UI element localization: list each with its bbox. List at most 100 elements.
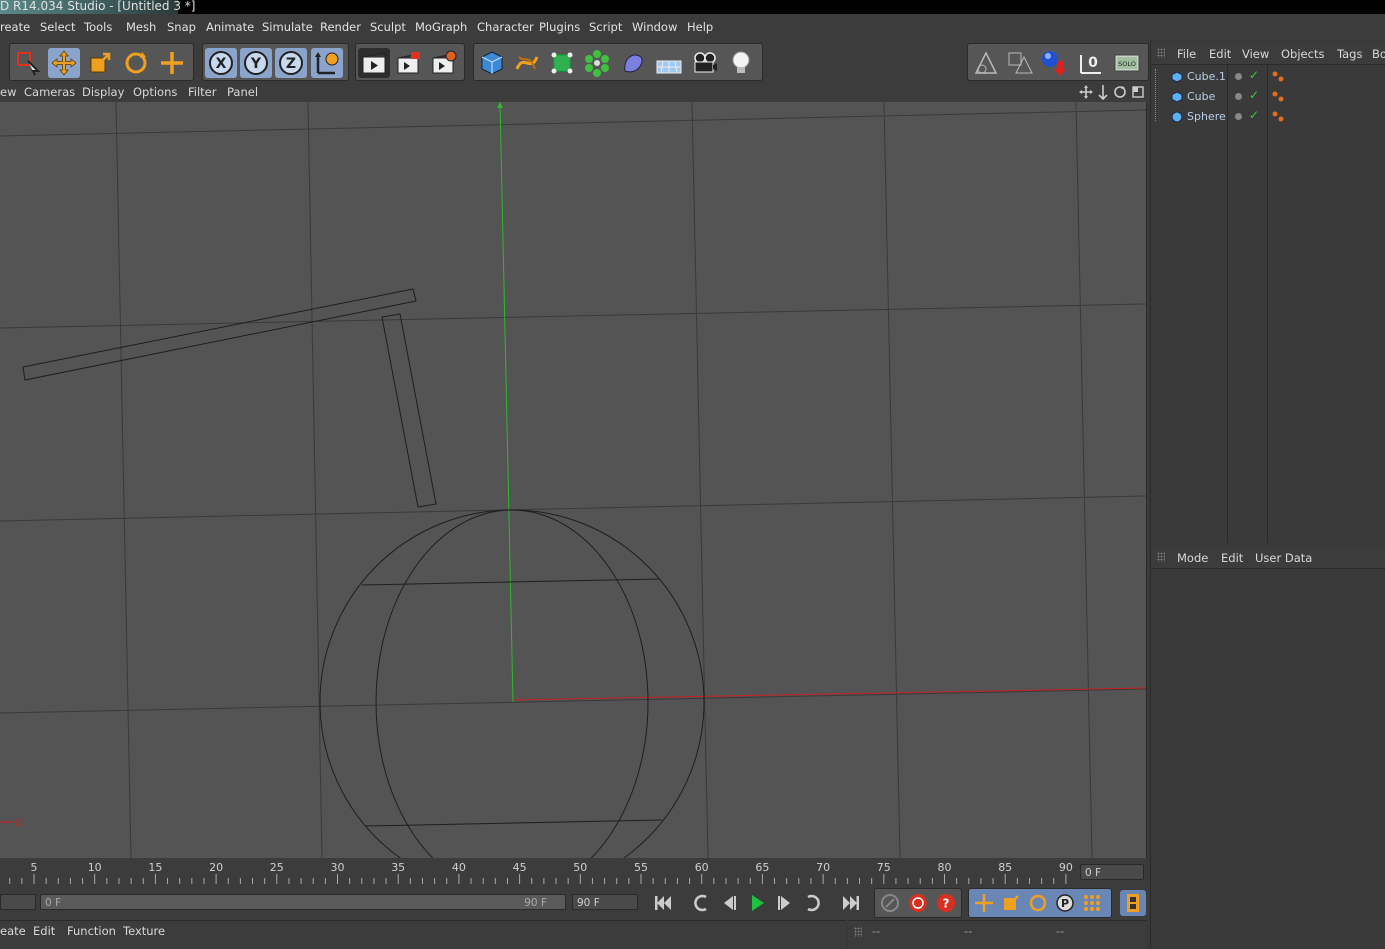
move-tool-button[interactable] — [48, 48, 80, 78]
scale-tool-button[interactable] — [84, 48, 116, 78]
record-active-button[interactable] — [877, 890, 903, 916]
perspective-viewport[interactable]: X — [0, 102, 1147, 858]
previous-key-button[interactable] — [688, 890, 714, 916]
layer-button[interactable]: 0 — [1075, 48, 1107, 78]
recent-tool-button[interactable] — [156, 48, 188, 78]
key-position-button[interactable] — [971, 890, 997, 916]
object-row-cube1[interactable]: Cube.1 ✓ — [1151, 67, 1385, 87]
cube1-object[interactable] — [22, 288, 417, 381]
viewport-menu-display[interactable]: Display — [82, 85, 124, 99]
material-menu-function[interactable]: Function — [67, 924, 116, 938]
add-floor-button[interactable] — [653, 48, 685, 78]
coords-grip[interactable] — [854, 927, 862, 937]
enabled-check-icon[interactable]: ✓ — [1249, 108, 1259, 122]
menu-create[interactable]: reate — [0, 20, 30, 34]
key-pla-button[interactable] — [1079, 890, 1105, 916]
om-menu-edit[interactable]: Edit — [1209, 47, 1231, 61]
sphere-object[interactable] — [319, 509, 705, 858]
add-cube-button[interactable] — [476, 48, 508, 78]
add-camera-button[interactable] — [689, 48, 721, 78]
go-to-end-button[interactable] — [838, 890, 864, 916]
viewport-menu-options[interactable]: Options — [133, 85, 177, 99]
menu-mesh[interactable]: Mesh — [126, 20, 156, 34]
viewport-nav-icons[interactable] — [1078, 84, 1146, 100]
key-scale-button[interactable] — [998, 890, 1024, 916]
key-rotation-button[interactable] — [1025, 890, 1051, 916]
menu-window[interactable]: Window — [632, 20, 677, 34]
am-menu-edit[interactable]: Edit — [1221, 551, 1243, 565]
coordinate-system-button[interactable] — [311, 48, 343, 78]
viewport-menu-filter[interactable]: Filter — [188, 85, 216, 99]
y-axis-lock-button[interactable]: Y — [240, 48, 272, 78]
phong-tag-icon[interactable] — [1271, 90, 1285, 104]
rotate-tool-button[interactable] — [120, 48, 152, 78]
material-menu-create[interactable]: eate — [0, 924, 26, 938]
enabled-check-icon[interactable]: ✓ — [1249, 68, 1259, 82]
add-array-button[interactable] — [581, 48, 613, 78]
add-deformer-button[interactable] — [617, 48, 649, 78]
solo-button[interactable]: SOLO — [1111, 48, 1143, 78]
material-menu-texture[interactable]: Texture — [123, 924, 165, 938]
phong-tag-icon[interactable] — [1271, 70, 1285, 84]
keyframe-selection-button[interactable]: ? — [933, 890, 959, 916]
menu-plugins[interactable]: Plugins — [539, 20, 580, 34]
menu-simulate[interactable]: Simulate — [262, 20, 313, 34]
z-axis-lock-button[interactable]: Z — [275, 48, 307, 78]
render-view-button[interactable] — [358, 48, 390, 78]
om-menu-bookmarks[interactable]: Bo — [1372, 47, 1385, 61]
am-menu-mode[interactable]: Mode — [1177, 551, 1208, 565]
cube-object[interactable] — [381, 313, 437, 508]
x-axis-lock-button[interactable]: X — [205, 48, 237, 78]
next-frame-button[interactable] — [772, 890, 798, 916]
viewport-menu-view[interactable]: ew — [0, 85, 16, 99]
add-nurbs-button[interactable] — [546, 48, 578, 78]
phong-tag-icon[interactable] — [1271, 110, 1285, 124]
om-menu-view[interactable]: View — [1242, 47, 1269, 61]
preview-start-field[interactable] — [0, 894, 36, 910]
viewport-menu-panel[interactable]: Panel — [227, 85, 258, 99]
menu-script[interactable]: Script — [589, 20, 622, 34]
menu-character[interactable]: Character — [477, 20, 534, 34]
timeline-ruler[interactable]: 5 10 15 20 25 30 35 40 45 50 55 60 65 70 75 80 85 90 0 F — [0, 858, 1146, 886]
previous-frame-button[interactable] — [716, 890, 742, 916]
visibility-dot[interactable] — [1235, 73, 1242, 80]
menu-snap[interactable]: Snap — [167, 20, 196, 34]
play-button[interactable] — [744, 890, 770, 916]
object-manager-grip[interactable] — [1157, 48, 1165, 58]
menu-mograph[interactable]: MoGraph — [415, 20, 467, 34]
next-key-button[interactable] — [800, 890, 826, 916]
menu-select[interactable]: Select — [40, 20, 75, 34]
autokey-button[interactable] — [905, 890, 931, 916]
timeline-scheme-button[interactable] — [1120, 890, 1146, 916]
material-menu-edit[interactable]: Edit — [33, 924, 55, 938]
go-to-start-button[interactable] — [650, 890, 676, 916]
end-frame-field[interactable]: 90 F — [572, 894, 638, 910]
object-row-sphere[interactable]: Sphere ✓ — [1151, 107, 1385, 127]
om-menu-tags[interactable]: Tags — [1337, 47, 1362, 61]
scene-button[interactable] — [970, 48, 1002, 78]
menu-tools[interactable]: Tools — [84, 20, 112, 34]
object-row-cube[interactable]: Cube ✓ — [1151, 87, 1385, 107]
menu-help[interactable]: Help — [687, 20, 713, 34]
menu-render[interactable]: Render — [320, 20, 361, 34]
key-parameter-button[interactable]: P — [1052, 890, 1078, 916]
viewport-menu-cameras[interactable]: Cameras — [24, 85, 75, 99]
live-selection-button[interactable] — [12, 48, 44, 78]
preview-range-slider[interactable]: 0 F 90 F — [40, 894, 566, 910]
sphere-drop-button[interactable] — [1038, 48, 1070, 78]
om-menu-file[interactable]: File — [1177, 47, 1196, 61]
render-picture-viewer-button[interactable] — [393, 48, 425, 78]
render-settings-button[interactable] — [428, 48, 460, 78]
visibility-dot[interactable] — [1235, 93, 1242, 100]
add-spline-button[interactable] — [511, 48, 543, 78]
menu-sculpt[interactable]: Sculpt — [370, 20, 406, 34]
attribute-manager-grip[interactable] — [1157, 552, 1165, 562]
add-light-button[interactable] — [725, 48, 757, 78]
am-menu-user-data[interactable]: User Data — [1255, 551, 1312, 565]
menu-animate[interactable]: Animate — [206, 20, 254, 34]
visibility-dot[interactable] — [1235, 113, 1242, 120]
om-menu-objects[interactable]: Objects — [1281, 47, 1324, 61]
current-frame-field[interactable]: 0 F — [1080, 864, 1144, 880]
material-button[interactable] — [1004, 48, 1036, 78]
enabled-check-icon[interactable]: ✓ — [1249, 88, 1259, 102]
